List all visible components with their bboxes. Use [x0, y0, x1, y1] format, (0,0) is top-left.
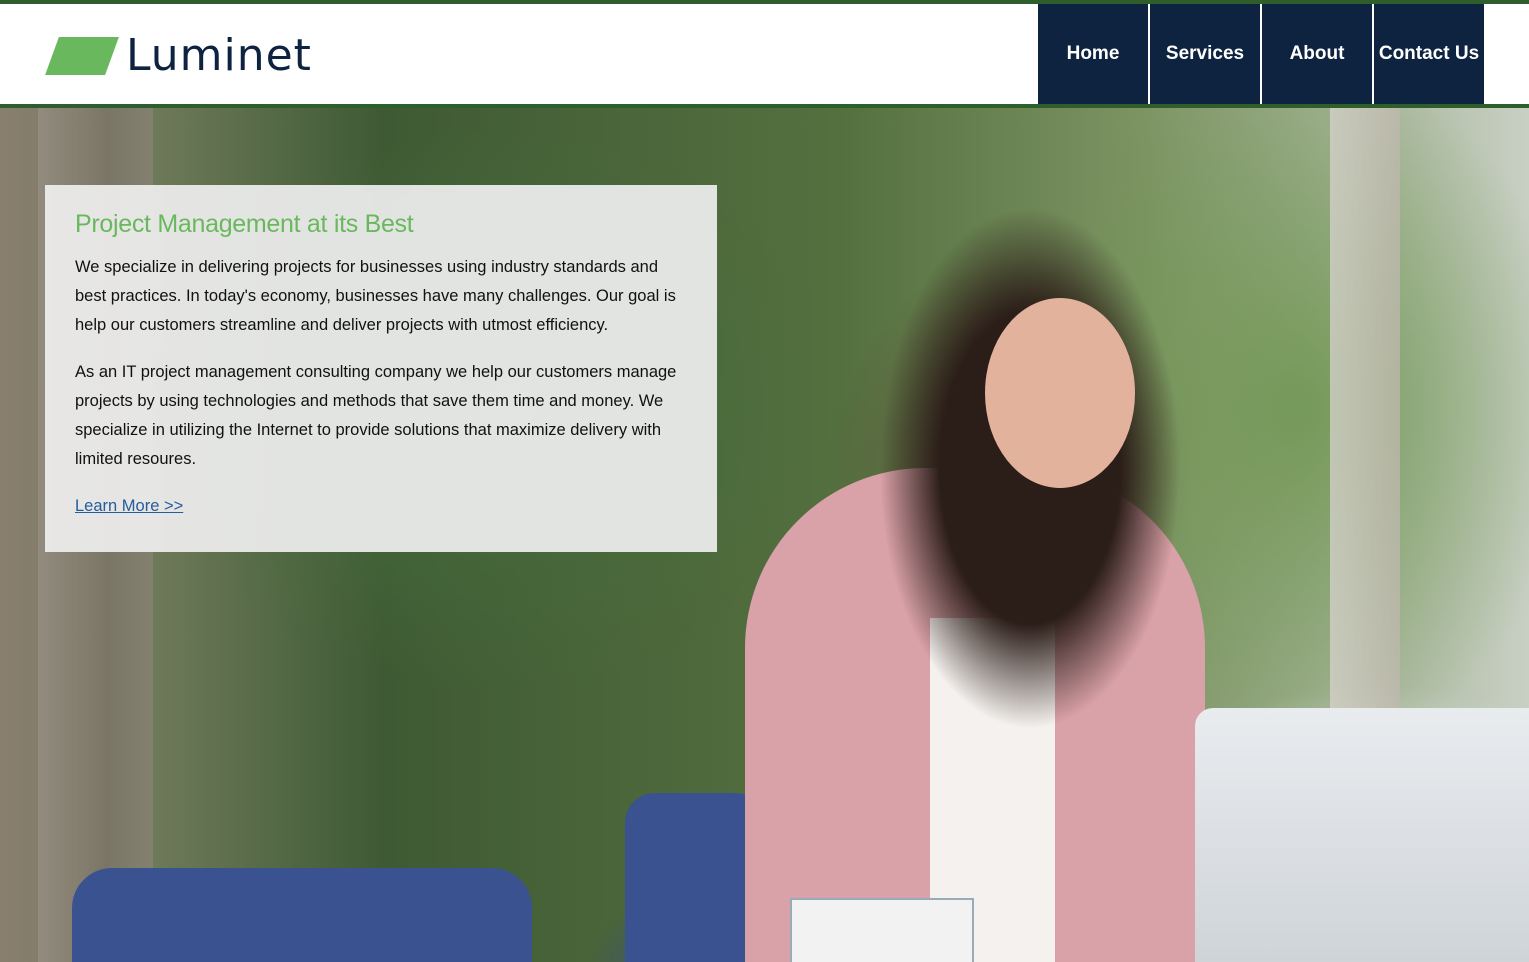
hero-book	[790, 898, 974, 962]
hero-background-detail	[1330, 108, 1400, 708]
intro-paragraph: We specialize in delivering projects for…	[75, 258, 676, 334]
hero-chair-right	[625, 793, 765, 962]
site-header: Luminet Home Services About Contact Us	[0, 4, 1529, 108]
logo-wordmark: Luminet	[126, 30, 312, 81]
logo-mark-icon	[45, 37, 119, 75]
learn-more-link[interactable]: Learn More >>	[75, 492, 183, 521]
intro-panel: Project Management at its Best We specia…	[45, 185, 717, 552]
site-logo[interactable]: Luminet	[44, 34, 312, 78]
nav-item-about[interactable]: About	[1262, 4, 1372, 104]
hero-chair-left	[72, 868, 532, 962]
hero-person-face	[985, 298, 1135, 488]
nav-item-contact-us[interactable]: Contact Us	[1374, 4, 1484, 104]
main-nav: Home Services About Contact Us	[1038, 4, 1484, 104]
intro-paragraph: As an IT project management consulting c…	[75, 363, 677, 468]
nav-item-services[interactable]: Services	[1150, 4, 1260, 104]
nav-item-home[interactable]: Home	[1038, 4, 1148, 104]
page-title: Project Management at its Best	[75, 210, 414, 238]
hero-laptop	[1195, 708, 1529, 962]
